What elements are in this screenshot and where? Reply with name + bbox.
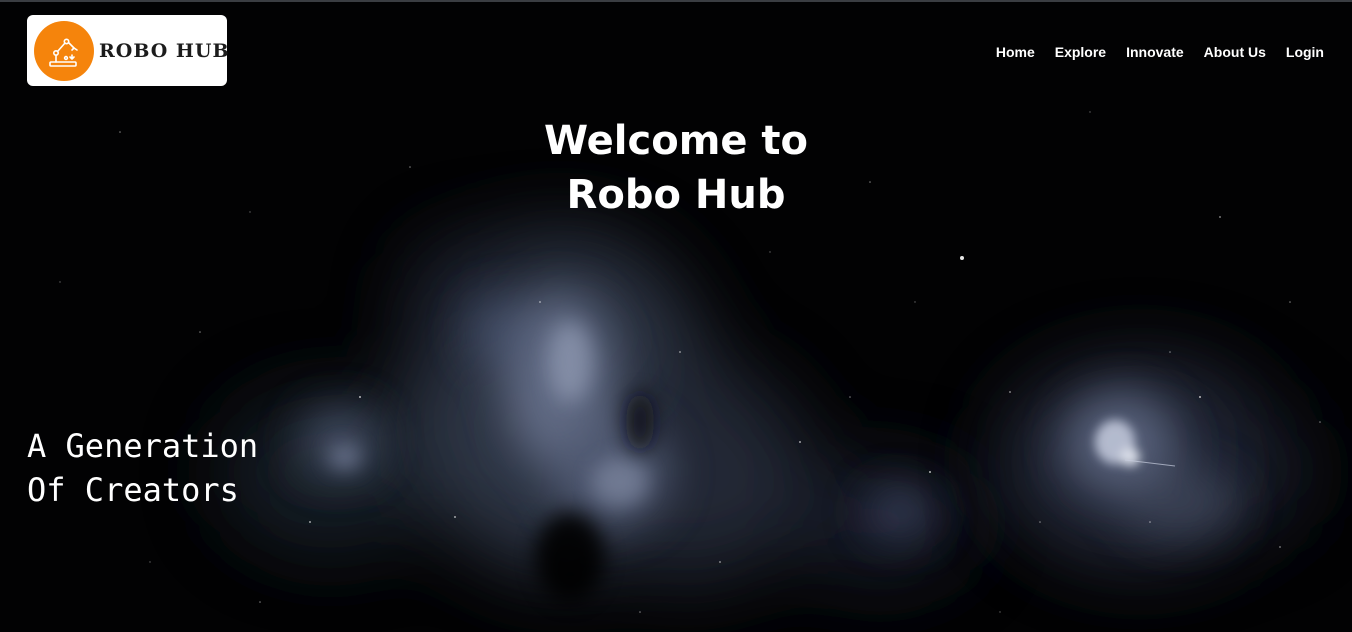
hero-title: Welcome to Robo Hub xyxy=(0,114,1352,222)
nav-about-us-link[interactable]: About Us xyxy=(1204,42,1266,62)
tagline: A Generation Of Creators xyxy=(27,424,258,512)
landing-page: ROBO HUB Home Explore Innovate About Us … xyxy=(0,0,1352,632)
logo-text: ROBO HUB xyxy=(99,39,230,62)
hero-title-line1: Welcome to xyxy=(543,118,809,164)
hero-title-line2: Robo Hub xyxy=(566,172,786,218)
nav-explore-link[interactable]: Explore xyxy=(1055,42,1106,62)
main-nav: Home Explore Innovate About Us Login xyxy=(996,42,1324,62)
nav-login-link[interactable]: Login xyxy=(1286,42,1324,62)
site-logo[interactable]: ROBO HUB xyxy=(27,15,230,86)
tagline-line1: A Generation xyxy=(27,427,259,465)
robot-arm-icon xyxy=(34,20,94,81)
nav-innovate-link[interactable]: Innovate xyxy=(1126,42,1184,62)
space-background xyxy=(0,2,1352,632)
nav-home-link[interactable]: Home xyxy=(996,42,1035,62)
tagline-line2: Of Creators xyxy=(27,471,239,509)
